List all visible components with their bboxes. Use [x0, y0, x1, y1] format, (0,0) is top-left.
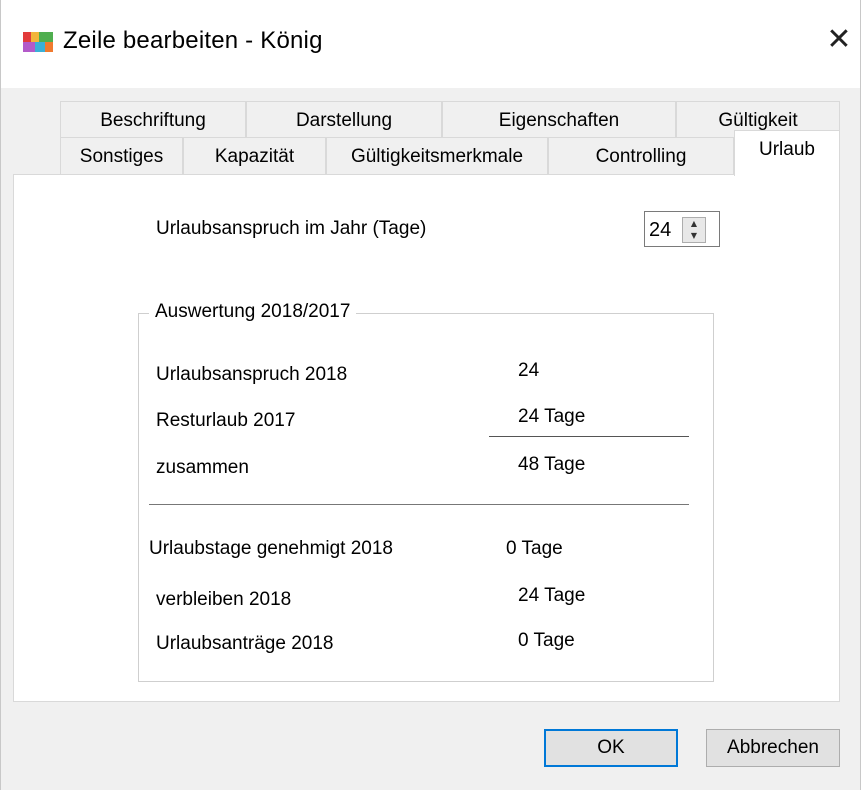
row-value-genehmigt-2018: 0 Tage [506, 538, 563, 559]
row-label-antraege-2018: Urlaubsanträge 2018 [156, 633, 334, 654]
tab-kapazitaet[interactable]: Kapazität [183, 137, 326, 174]
row-value-resturlaub-2017: 24 Tage [518, 406, 586, 427]
row-value-verbleiben-2018: 24 Tage [518, 585, 586, 606]
row-value-antraege-2018: 0 Tage [518, 630, 575, 651]
dialog-window: Zeile bearbeiten - König ✕ Beschriftung … [0, 0, 861, 790]
tab-gueltigkeitsmerkmale[interactable]: Gültigkeitsmerkmale [326, 137, 548, 174]
tab-controlling[interactable]: Controlling [548, 137, 734, 174]
anspruch-label: Urlaubsanspruch im Jahr (Tage) [156, 218, 427, 239]
tab-urlaub[interactable]: Urlaub [734, 130, 840, 176]
spin-up-icon[interactable]: ▲ [683, 218, 705, 230]
row-value-anspruch-2018: 24 [518, 360, 540, 381]
spin-buttons: ▲ ▼ [682, 217, 706, 243]
tab-sonstiges[interactable]: Sonstiges [60, 137, 183, 174]
tab-beschriftung[interactable]: Beschriftung [60, 101, 246, 137]
row-label-verbleiben-2018: verbleiben 2018 [156, 589, 292, 610]
sum-divider-line [489, 436, 689, 437]
auswertung-group-title: Auswertung 2018/2017 [149, 301, 357, 323]
row-label-genehmigt-2018: Urlaubstage genehmigt 2018 [149, 538, 394, 559]
app-icon [23, 32, 53, 52]
spin-down-icon[interactable]: ▼ [683, 230, 705, 242]
row-label-zusammen: zusammen [156, 457, 249, 478]
ok-button[interactable]: OK [544, 729, 678, 767]
title-bar: Zeile bearbeiten - König ✕ [1, 0, 860, 88]
close-icon[interactable]: ✕ [823, 24, 855, 56]
row-label-resturlaub-2017: Resturlaub 2017 [156, 410, 296, 431]
row-value-zusammen: 48 Tage [518, 454, 586, 475]
anspruch-stepper[interactable]: ▲ ▼ [644, 211, 722, 249]
window-title: Zeile bearbeiten - König [63, 27, 323, 54]
tab-darstellung[interactable]: Darstellung [246, 101, 442, 137]
row-label-anspruch-2018: Urlaubsanspruch 2018 [156, 364, 348, 385]
section-divider-line [149, 504, 689, 505]
cancel-button[interactable]: Abbrechen [706, 729, 840, 767]
tab-eigenschaften[interactable]: Eigenschaften [442, 101, 676, 137]
